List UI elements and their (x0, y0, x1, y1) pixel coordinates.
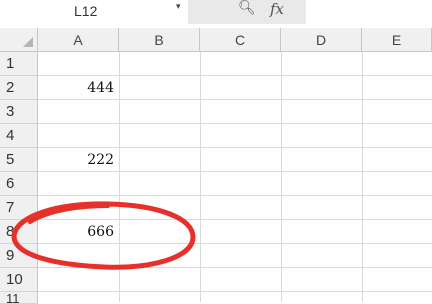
row-header-5[interactable]: 5 (0, 148, 38, 172)
row-header-11[interactable]: 11 (0, 292, 38, 304)
row-header-4[interactable]: 4 (0, 124, 38, 148)
row-header-7[interactable]: 7 (0, 196, 38, 220)
cell-a2[interactable]: 444 (38, 76, 118, 100)
row-header-1[interactable]: 1 (0, 52, 38, 76)
row-header-8[interactable]: 8 (0, 220, 38, 244)
gridline (200, 52, 201, 302)
column-header-e[interactable]: E (362, 28, 432, 52)
column-header-b[interactable]: B (119, 28, 200, 52)
cell-a8[interactable]: 666 (38, 220, 118, 244)
gridline (362, 52, 363, 302)
column-header-d[interactable]: D (281, 28, 362, 52)
select-all-triangle-icon (23, 37, 33, 47)
select-all-corner[interactable] (0, 28, 38, 52)
chevron-down-icon[interactable]: ▾ (176, 2, 181, 12)
row-header-6[interactable]: 6 (0, 172, 38, 196)
name-box[interactable]: L12 ▾ (0, 0, 188, 24)
row-header-3[interactable]: 3 (0, 100, 38, 124)
fx-icon[interactable]: fx (270, 0, 284, 18)
row-header-9[interactable]: 9 (0, 244, 38, 268)
formula-bar: L12 ▾ 🔍︎ fx (0, 0, 432, 24)
spreadsheet-grid: A B C D E 1 2 3 4 5 6 7 8 9 10 11 444 22… (0, 28, 432, 304)
cell-a5[interactable]: 222 (38, 148, 118, 172)
name-box-value: L12 (74, 3, 98, 19)
row-header-10[interactable]: 10 (0, 268, 38, 292)
column-header-c[interactable]: C (200, 28, 281, 52)
gridline (281, 52, 282, 302)
row-header-2[interactable]: 2 (0, 76, 38, 100)
gridline (119, 52, 120, 302)
magnifier-icon[interactable]: 🔍︎ (238, 0, 256, 16)
column-header-a[interactable]: A (38, 28, 119, 52)
